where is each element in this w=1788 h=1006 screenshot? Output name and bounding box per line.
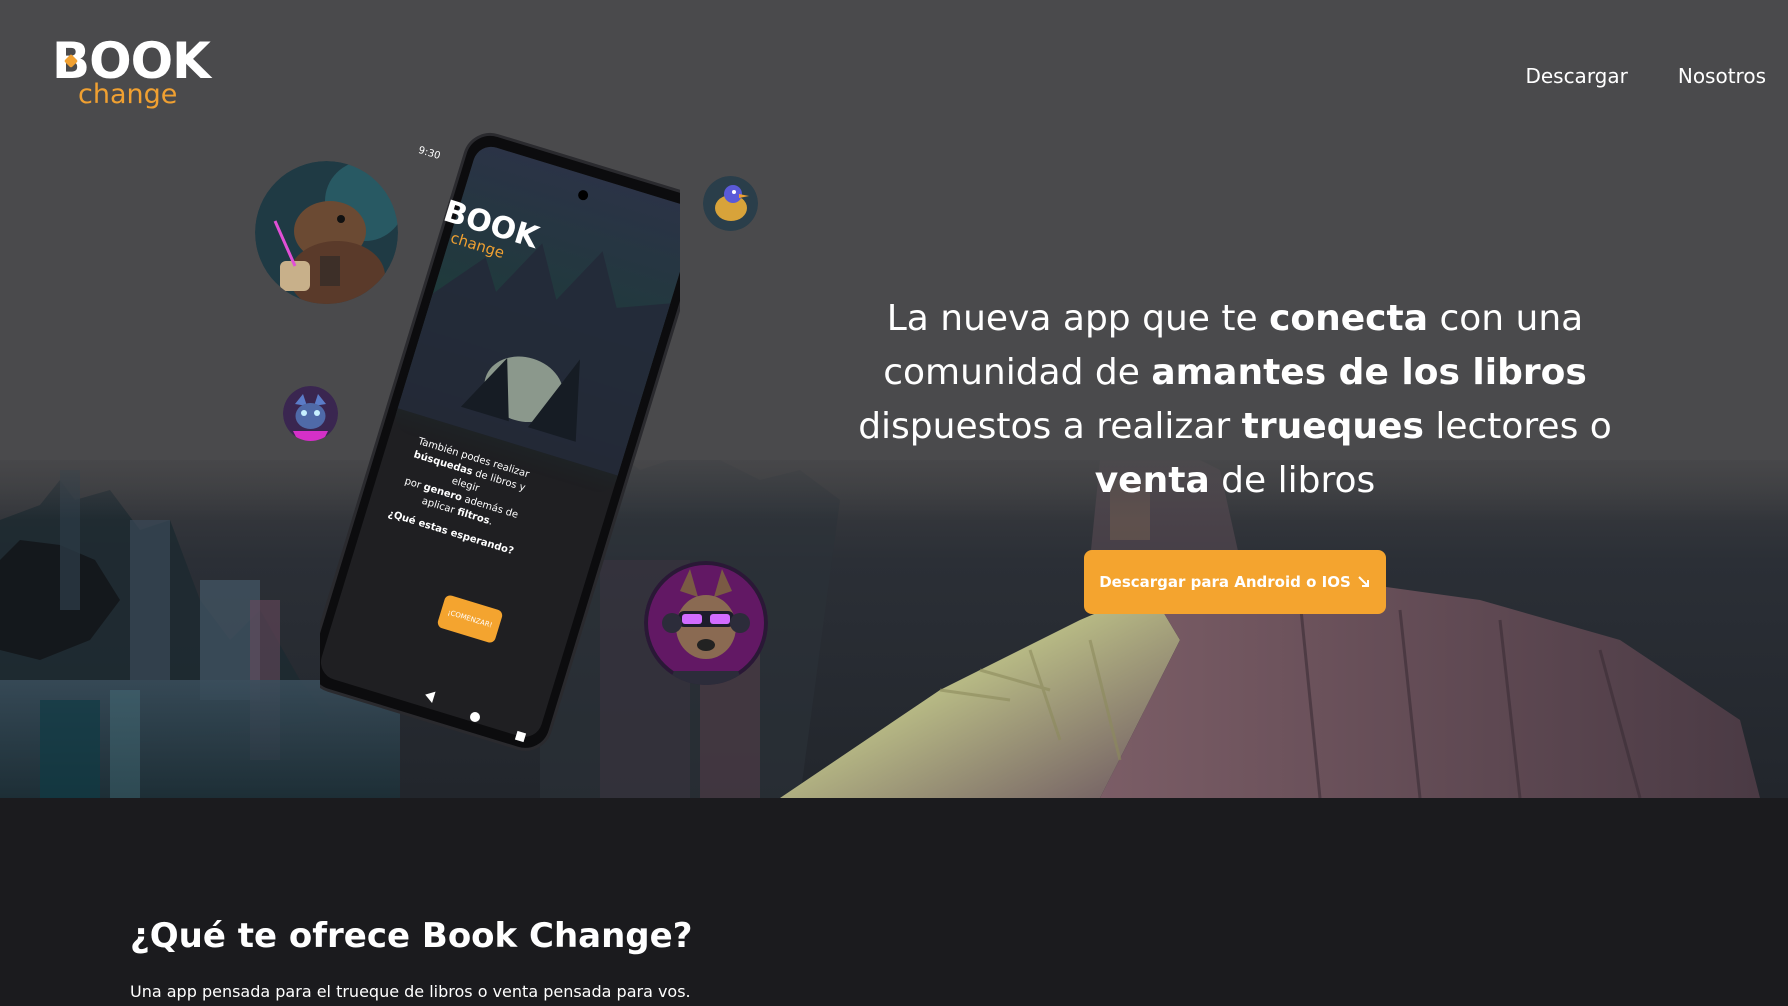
- headline-part: dispuestos a realizar: [858, 406, 1242, 447]
- logo-subword: change: [78, 79, 178, 110]
- hero-section: BOOK change Descargar Nosotros 9:30 BOOK…: [0, 0, 1788, 798]
- headline-part: amantes de los libros: [1151, 352, 1587, 393]
- nav-link-descargar[interactable]: Descargar: [1525, 64, 1627, 88]
- headline-part: trueques: [1241, 406, 1424, 447]
- hero-headline: La nueva app que te conecta con una comu…: [845, 292, 1625, 508]
- arrow-down-right-icon: [1358, 576, 1369, 587]
- top-navigation: Descargar Nosotros: [1525, 64, 1766, 88]
- headline-part: lectores o: [1423, 406, 1612, 447]
- brand-logo[interactable]: BOOK change: [52, 36, 222, 116]
- duck-avatar: [703, 176, 758, 231]
- nav-link-nosotros[interactable]: Nosotros: [1678, 64, 1766, 88]
- download-cta-button[interactable]: Descargar para Android o IOS: [1084, 550, 1386, 614]
- download-cta-label: Descargar para Android o IOS: [1099, 573, 1351, 591]
- features-title: ¿Qué te ofrece Book Change?: [130, 916, 693, 956]
- features-section: ¿Qué te ofrece Book Change? Una app pens…: [0, 798, 1788, 1006]
- headline-part: de libros: [1209, 460, 1376, 501]
- phone-nav-home-icon: [470, 712, 480, 722]
- headline-part: venta: [1094, 460, 1210, 501]
- headline-part: conecta: [1269, 298, 1429, 339]
- headline-part: La nueva app que te: [886, 298, 1270, 339]
- features-subtitle: Una app pensada para el trueque de libro…: [130, 982, 691, 1001]
- phone-mockup: 9:30 BOOK change También podes realizar …: [308, 120, 708, 780]
